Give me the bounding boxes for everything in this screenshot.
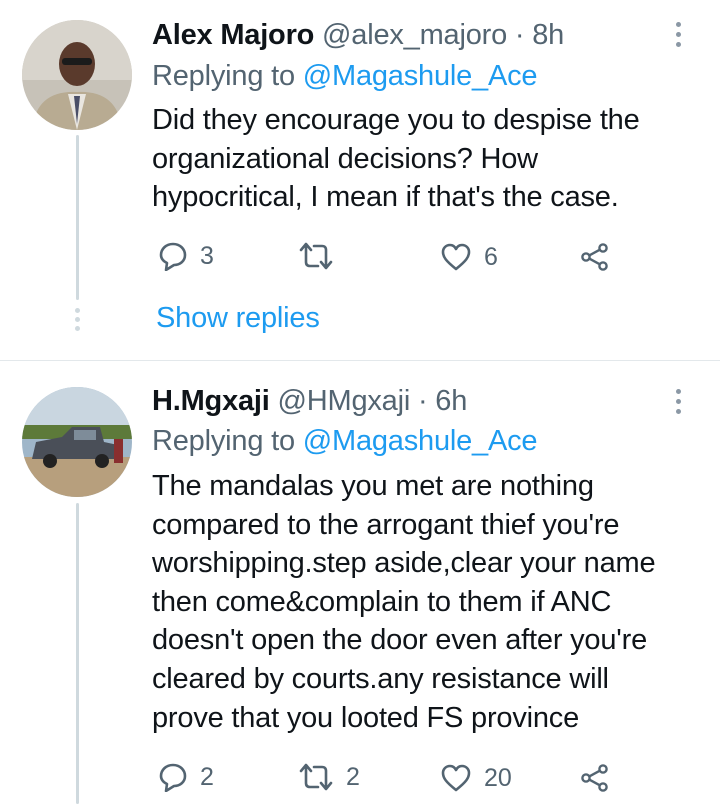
tweet-alex-majoro[interactable]: Alex Majoro @alex_majoro · 8h Replying t… (0, 0, 720, 360)
tweet-text-line: doesn't open the door even after you're (152, 624, 648, 657)
reply-button[interactable]: 2 (158, 762, 214, 792)
tweet-text-line: worshipping.step aside,clear your name (152, 547, 656, 580)
tweet-header: Alex Majoro @alex_majoro · 8h (152, 19, 564, 52)
replying-prefix: Replying to (152, 60, 295, 92)
tweet-text-line: cleared by courts.any resistance will (152, 662, 609, 695)
retweet-icon (299, 242, 333, 270)
heart-icon (441, 243, 471, 271)
thread-line (76, 135, 79, 300)
tweet-text-line: then come&complain to them if ANC (152, 585, 612, 618)
replying-prefix: Replying to (152, 425, 295, 457)
thread-dots (75, 308, 81, 335)
user-handle[interactable]: @HMgxaji (278, 385, 411, 417)
timestamp[interactable]: · 8h (515, 19, 564, 51)
mention-link[interactable]: @Magashule_Ace (303, 425, 538, 457)
share-button[interactable] (580, 763, 610, 793)
thread-line (76, 503, 79, 804)
user-handle[interactable]: @alex_majoro (322, 19, 507, 51)
tweet-text: Did they encourage you to despise the or… (152, 101, 712, 217)
display-name[interactable]: H.Mgxaji (152, 385, 270, 417)
speech-bubble-icon (159, 242, 187, 271)
like-button[interactable]: 20 (440, 763, 512, 793)
reply-count: 3 (200, 241, 214, 270)
tweet-header: H.Mgxaji @HMgxaji · 6h (152, 385, 467, 418)
tweet-text-line: prove that you looted FS province (152, 701, 580, 734)
reply-button[interactable]: 3 (158, 241, 214, 271)
share-button[interactable] (580, 242, 610, 272)
heart-icon (441, 764, 471, 792)
retweet-button[interactable] (298, 241, 346, 271)
tweet-text-line: Did they encourage you to despise the (152, 104, 640, 136)
show-replies-link[interactable]: Show replies (156, 302, 320, 335)
like-button[interactable]: 6 (440, 242, 498, 272)
display-name[interactable]: Alex Majoro (152, 19, 314, 51)
tweet-text-line: compared to the arrogant thief you're (152, 508, 620, 541)
tweet-h-mgxaji[interactable]: H.Mgxaji @HMgxaji · 6h Replying to @Maga… (0, 361, 720, 804)
share-icon (581, 764, 608, 792)
tweet-text-line: The mandalas you met are nothing (152, 470, 594, 502)
more-vertical-icon[interactable] (676, 389, 686, 419)
share-icon (581, 243, 608, 271)
tweet-text: The mandalas you met are nothing compare… (152, 467, 712, 737)
retweet-count: 2 (346, 762, 360, 791)
avatar[interactable] (22, 387, 132, 497)
retweet-icon (299, 763, 333, 791)
like-count: 6 (484, 242, 498, 271)
speech-bubble-icon (159, 763, 187, 792)
more-vertical-icon[interactable] (676, 22, 686, 52)
like-count: 20 (484, 763, 512, 792)
tweet-text-line: hypocritical, I mean if that's the case. (152, 181, 619, 214)
mention-link[interactable]: @Magashule_Ace (303, 60, 538, 92)
replying-to: Replying to @Magashule_Ace (152, 425, 538, 458)
retweet-button[interactable]: 2 (298, 762, 360, 792)
reply-count: 2 (200, 762, 214, 791)
tweet-text-line: organizational decisions? How (152, 142, 538, 175)
avatar[interactable] (22, 20, 132, 130)
replying-to: Replying to @Magashule_Ace (152, 60, 538, 93)
timestamp[interactable]: · 6h (418, 385, 467, 417)
avatar-photo-icon (22, 387, 132, 497)
avatar-photo-icon (22, 20, 132, 130)
